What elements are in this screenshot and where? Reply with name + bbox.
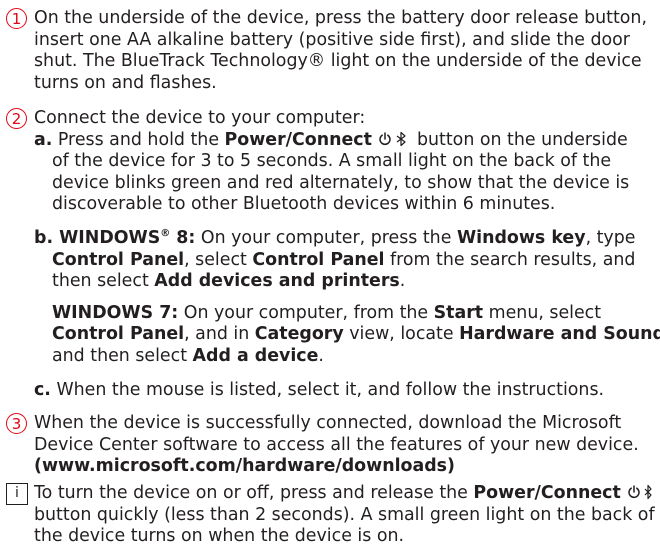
note-text: To turn the device on or off, press and … (34, 483, 660, 548)
substep-c: c. When the mouse is listed, select it, … (34, 380, 660, 402)
windows-7-line-1: WINDOWS 7: On your computer, from the St… (52, 303, 660, 325)
text-span: Press and hold the (57, 129, 225, 150)
control-panel-label: Control Panel (52, 324, 185, 345)
text-span: When the mouse is listed, select it, and… (50, 379, 605, 400)
instruction-page: 1 On the underside of the device, press … (0, 0, 660, 546)
text-span: then select (52, 271, 155, 292)
add-devices-label: Add devices and printers (154, 271, 400, 292)
windows-7-label: WINDOWS 7: (52, 302, 179, 323)
text-span: and then select (52, 345, 193, 366)
step-3-text: When the device is successfully connecte… (34, 413, 660, 478)
text-line: the device turns on when the device is o… (34, 526, 405, 547)
control-panel-label: Control Panel (52, 249, 185, 270)
step-2: 2 Connect the device to your computer: a… (0, 108, 660, 401)
info-note: i To turn the device on or off, press an… (0, 483, 660, 548)
substep-c-label: c. (34, 379, 51, 400)
substep-a: a. Press and hold the Power/Connect butt… (0, 130, 660, 216)
text-span: . (318, 345, 324, 366)
registered-mark: ® (160, 228, 171, 240)
windows-7-line-3: and then select Add a device. (52, 346, 660, 368)
step-2-intro: Connect the device to your computer: (34, 108, 366, 128)
step-1-text: On the underside of the device, press th… (34, 8, 660, 94)
text-span: On your computer, press the (195, 227, 457, 248)
text-line: turns on and flashes. (34, 72, 217, 93)
text-span: , and in (184, 324, 255, 345)
bluetooth-icon (397, 131, 407, 146)
text-line: discoverable to other Bluetooth devices … (52, 194, 556, 215)
hardware-sound-label: Hardware and Sound (459, 324, 660, 345)
step-number-2: 2 (6, 108, 27, 129)
text-span: On your computer, from the (178, 302, 434, 323)
text-line: insert one AA alkaline battery (positive… (34, 29, 630, 50)
text-line: of the device for 3 to 5 seconds. A smal… (52, 151, 612, 172)
substep-b-label: b. WINDOWS (34, 227, 161, 248)
step-number-1: 1 (6, 8, 27, 29)
text-span: menu, select (483, 302, 602, 323)
power-icon (379, 131, 392, 145)
substep-b-label-number: 8: (170, 227, 196, 248)
substep-a-line-1: a. Press and hold the Power/Connect butt… (34, 130, 660, 152)
text-span: . (399, 271, 406, 292)
power-connect-label: Power/Connect (224, 129, 372, 150)
power-connect-label: Power/Connect (473, 483, 621, 503)
text-span: , type (585, 227, 636, 248)
substep-a-label: a. (34, 129, 53, 150)
text-line: device blinks green and red alternately,… (52, 172, 630, 193)
windows-key-label: Windows key (456, 227, 586, 248)
text-span: To turn the device on or off, press and … (34, 483, 474, 503)
info-icon: i (6, 483, 28, 505)
bluetooth-icon (644, 484, 652, 500)
substep-b-line-3: then select Add devices and printers. (52, 271, 660, 293)
control-panel-label: Control Panel (252, 249, 385, 270)
windows-7-line-2: Control Panel, and in Category view, loc… (52, 324, 660, 346)
text-line: shut. The BlueTrack Technology® light on… (34, 51, 642, 72)
text-line: On the underside of the device, press th… (34, 8, 647, 28)
text-line: Device Center software to access all the… (34, 434, 639, 455)
add-device-label: Add a device (192, 345, 319, 366)
text-span: view, locate (343, 324, 460, 345)
power-icon (628, 485, 641, 499)
substep-b-line-2: Control Panel, select Control Panel from… (52, 250, 660, 272)
download-url: (www.microsoft.com/hardware/downloads) (34, 456, 455, 477)
power-bluetooth-icons (379, 131, 407, 146)
note-line-1: To turn the device on or off, press and … (34, 483, 660, 505)
text-line: When the device is successfully connecte… (34, 413, 622, 433)
text-span: , select (184, 249, 253, 270)
substep-windows-7: WINDOWS 7: On your computer, from the St… (0, 303, 660, 368)
text-span: from the search results, and (384, 249, 636, 270)
step-1: 1 On the underside of the device, press … (0, 8, 660, 94)
step-number-3: 3 (6, 413, 27, 434)
text-span: button on the underside (411, 129, 628, 150)
step-3: 3 When the device is successfully connec… (0, 413, 660, 478)
power-bluetooth-icons (628, 484, 652, 500)
substep-b-line-1: b. WINDOWS® 8: On your computer, press t… (34, 228, 660, 250)
substep-b: b. WINDOWS® 8: On your computer, press t… (0, 228, 660, 293)
text-line: button quickly (less than 2 seconds). A … (34, 504, 655, 525)
category-label: Category (254, 324, 344, 345)
start-label: Start (433, 302, 484, 323)
